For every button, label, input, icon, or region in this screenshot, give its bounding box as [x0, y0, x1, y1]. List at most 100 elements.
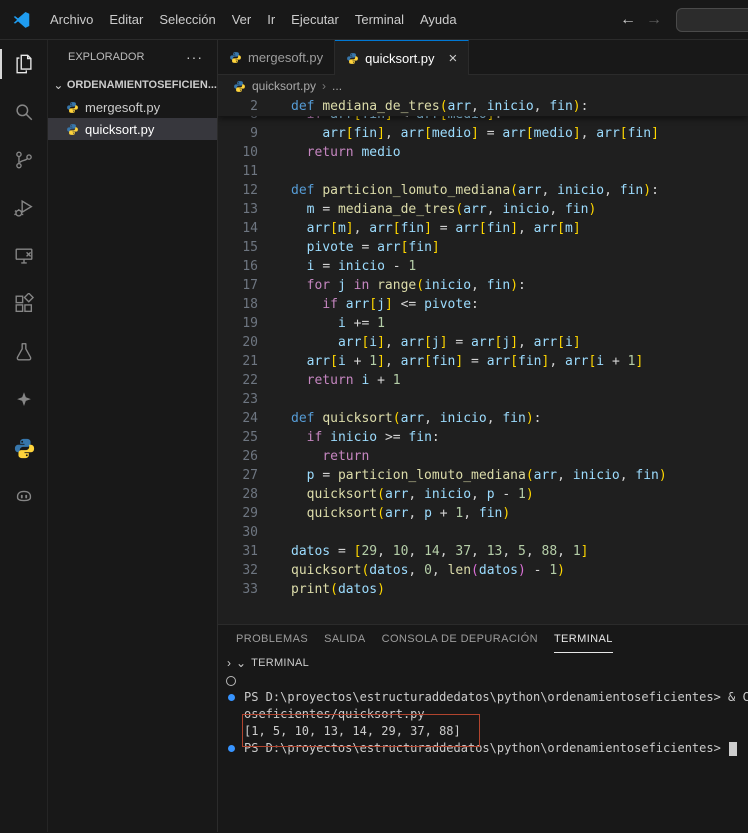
code-line[interactable]: 10 return medio [218, 143, 748, 162]
menu-item-archivo[interactable]: Archivo [42, 8, 101, 31]
menu-item-ver[interactable]: Ver [224, 8, 260, 31]
code-text: arr[fin], arr[medio] = arr[medio], arr[f… [322, 126, 659, 141]
code-line[interactable]: 15 pivote = arr[fin] [218, 238, 748, 257]
command-center-search[interactable] [676, 7, 748, 32]
terminal-line: PS D:\proyectos\estructuraddedatos\pytho… [218, 740, 748, 757]
line-number: 15 [242, 240, 258, 255]
code-line[interactable]: 22 return i + 1 [218, 371, 748, 390]
terminal-output[interactable]: PS D:\proyectos\estructuraddedatos\pytho… [218, 672, 748, 832]
code-text: quicksort(arr, p + 1, fin) [306, 506, 511, 521]
sticky-scroll-line[interactable]: 2 def mediana_de_tres(arr, inicio, fin): [218, 97, 748, 116]
code-text: quicksort(datos, 0, len(datos) - 1) [291, 563, 565, 578]
activity-item-search[interactable] [0, 88, 48, 136]
code-text: if arr[j] <= pivote: [322, 297, 479, 312]
menu-item-ir[interactable]: Ir [259, 8, 283, 31]
code-text: arr[i + 1], arr[fin] = arr[fin], arr[i +… [306, 354, 644, 369]
code-line[interactable]: 11 [218, 162, 748, 181]
command-decoration-dot-icon [218, 745, 244, 752]
forward-button[interactable]: → [646, 11, 662, 29]
file-item-mergesoft[interactable]: mergesoft.py [48, 96, 217, 118]
code-text: def particion_lomuto_mediana(arr, inicio… [291, 183, 659, 198]
activity-item-copilot[interactable] [0, 472, 48, 520]
panel-tab-bar: PROBLEMAS SALIDA CONSOLA DE DEPURACIÓN T… [218, 625, 748, 653]
menu-item-terminal[interactable]: Terminal [347, 8, 412, 31]
code-lines: 8 if arr[fin] < arr[medio]:9 arr[fin], a… [218, 105, 748, 599]
tab-label: mergesoft.py [248, 49, 324, 65]
git-branch-icon [13, 149, 35, 171]
back-button[interactable]: ← [620, 11, 636, 29]
activity-item-testing[interactable] [0, 328, 48, 376]
chevron-down-icon[interactable]: ⌄ [236, 656, 246, 670]
code-line[interactable]: 17 for j in range(inicio, fin): [218, 276, 748, 295]
panel-tab-problemas[interactable]: PROBLEMAS [236, 625, 308, 653]
vscode-window: Archivo Editar Selección Ver Ir Ejecutar… [0, 0, 748, 833]
file-item-quicksort[interactable]: quicksort.py [48, 118, 217, 140]
line-number: 9 [250, 126, 258, 141]
copilot-icon [13, 485, 35, 507]
line-number: 28 [242, 487, 258, 502]
menu-item-ayuda[interactable]: Ayuda [412, 8, 465, 31]
code-line[interactable]: 32 quicksort(datos, 0, len(datos) - 1) [218, 561, 748, 580]
activity-item-source-control[interactable] [0, 136, 48, 184]
code-text: arr[m], arr[fin] = arr[fin], arr[m] [306, 221, 581, 236]
tab-quicksort[interactable]: quicksort.py × [335, 40, 470, 75]
code-line[interactable]: 21 arr[i + 1], arr[fin] = arr[fin], arr[… [218, 352, 748, 371]
code-editor[interactable]: 2 def mediana_de_tres(arr, inicio, fin): … [218, 97, 748, 624]
bottom-panel: PROBLEMAS SALIDA CONSOLA DE DEPURACIÓN T… [218, 624, 748, 832]
breadcrumb-separator-icon: › [322, 79, 327, 93]
activity-item-extensions[interactable] [0, 280, 48, 328]
more-actions-icon[interactable]: ··· [186, 49, 203, 65]
line-number: 33 [242, 582, 258, 597]
terminal-line [218, 672, 748, 689]
panel-tab-salida[interactable]: SALIDA [324, 625, 366, 653]
tab-mergesoft[interactable]: mergesoft.py [218, 40, 336, 74]
workbench: EXPLORADOR ··· ⌄ ORDENAMIENTOSEFICIEN...… [0, 40, 748, 832]
breadcrumb-file[interactable]: quicksort.py [252, 79, 316, 93]
close-icon[interactable]: × [449, 51, 458, 66]
monitor-x-icon [13, 245, 35, 267]
line-number: 2 [250, 99, 258, 114]
chevron-right-icon[interactable]: › [227, 656, 231, 670]
sidebar-header: EXPLORADOR ··· [48, 40, 217, 74]
code-line[interactable]: 33 print(datos) [218, 580, 748, 599]
code-line[interactable]: 19 i += 1 [218, 314, 748, 333]
code-line[interactable]: 23 [218, 390, 748, 409]
activity-item-explorer[interactable] [0, 40, 48, 88]
code-line[interactable]: 30 [218, 523, 748, 542]
code-line[interactable]: 26 return [218, 447, 748, 466]
breadcrumb-rest[interactable]: ... [332, 79, 342, 93]
code-text: i += 1 [337, 316, 385, 331]
explorer-sidebar: EXPLORADOR ··· ⌄ ORDENAMIENTOSEFICIEN...… [48, 40, 218, 832]
menu-item-seleccion[interactable]: Selección [151, 8, 223, 31]
code-line[interactable]: 25 if inicio >= fin: [218, 428, 748, 447]
activity-item-remote-explorer[interactable] [0, 232, 48, 280]
code-line[interactable]: 31 datos = [29, 10, 14, 37, 13, 5, 88, 1] [218, 542, 748, 561]
panel-tab-terminal[interactable]: TERMINAL [553, 625, 613, 653]
menu-item-editar[interactable]: Editar [101, 8, 151, 31]
activity-item-run-debug[interactable] [0, 184, 48, 232]
code-line[interactable]: 27 p = particion_lomuto_mediana(arr, ini… [218, 466, 748, 485]
code-line[interactable]: 24 def quicksort(arr, inicio, fin): [218, 409, 748, 428]
code-text: return medio [306, 145, 401, 160]
code-line[interactable]: 28 quicksort(arr, inicio, p - 1) [218, 485, 748, 504]
panel-tab-consola-depuracion[interactable]: CONSOLA DE DEPURACIÓN [382, 625, 538, 653]
breadcrumb[interactable]: quicksort.py › ... [218, 75, 748, 97]
history-nav: ← → [620, 11, 662, 29]
activity-item-python[interactable] [0, 424, 48, 472]
code-line[interactable]: 20 arr[i], arr[j] = arr[j], arr[i] [218, 333, 748, 352]
code-line[interactable]: 16 i = inicio - 1 [218, 257, 748, 276]
line-number: 23 [242, 392, 258, 407]
code-line[interactable]: 9 arr[fin], arr[medio] = arr[medio], arr… [218, 124, 748, 143]
code-line[interactable]: 29 quicksort(arr, p + 1, fin) [218, 504, 748, 523]
activity-item-chat[interactable] [0, 376, 48, 424]
terminal-rows: PS D:\proyectos\estructuraddedatos\pytho… [218, 672, 748, 757]
code-line[interactable]: 14 arr[m], arr[fin] = arr[fin], arr[m] [218, 219, 748, 238]
code-line[interactable]: 13 m = mediana_de_tres(arr, inicio, fin) [218, 200, 748, 219]
code-line[interactable]: 18 if arr[j] <= pivote: [218, 295, 748, 314]
search-icon [13, 101, 35, 123]
folder-row[interactable]: ⌄ ORDENAMIENTOSEFICIEN... [48, 74, 217, 96]
extensions-icon [13, 293, 35, 315]
code-line[interactable]: 12 def particion_lomuto_mediana(arr, inic… [218, 181, 748, 200]
menu-item-ejecutar[interactable]: Ejecutar [283, 8, 347, 31]
line-number: 14 [242, 221, 258, 236]
